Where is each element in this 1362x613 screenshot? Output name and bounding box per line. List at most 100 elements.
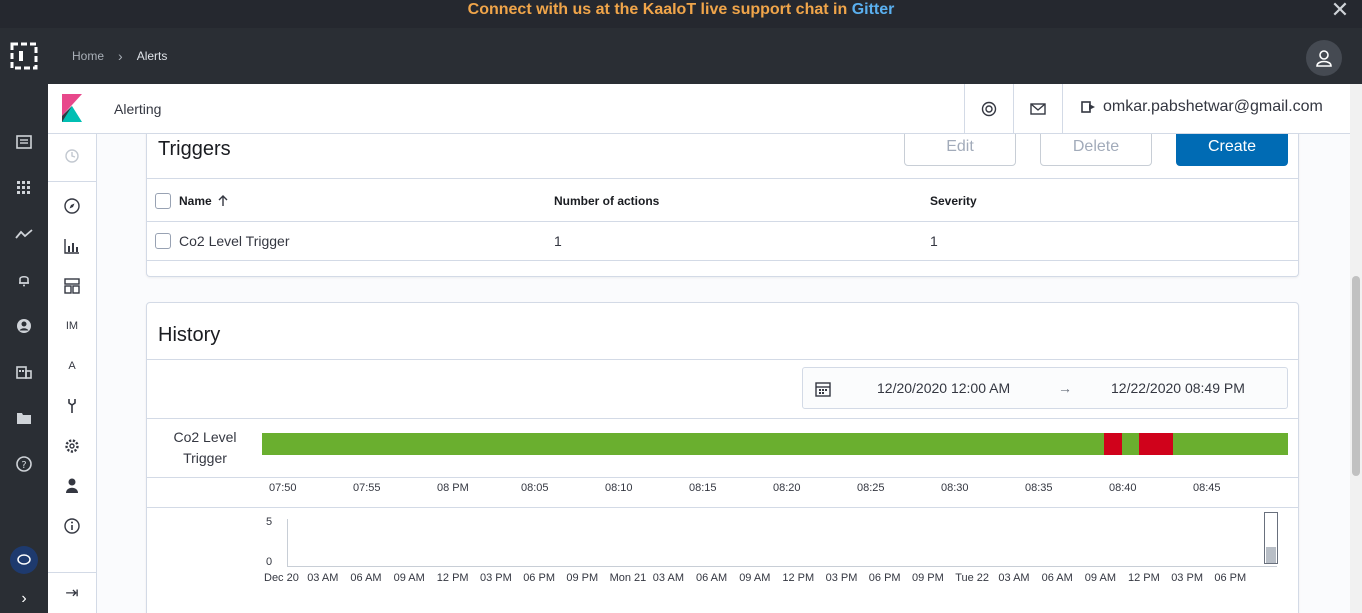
timeline-tick: 07:50 bbox=[269, 482, 297, 494]
overview-x-tick: 12 PM bbox=[436, 572, 469, 584]
live-chat-icon[interactable] bbox=[10, 546, 38, 574]
overview-x-tick: Tue 22 bbox=[955, 572, 990, 584]
overview-x-tick: 03 PM bbox=[480, 572, 512, 584]
main-content: Triggers Edit Delete Create Name Number … bbox=[97, 134, 1350, 613]
divider bbox=[147, 359, 1298, 360]
banner-text: Connect with us at the KaaIoT live suppo… bbox=[467, 1, 895, 18]
y-tick: 0 bbox=[266, 556, 273, 568]
overview-x-tick: 06 PM bbox=[1214, 572, 1247, 584]
kibana-nav: IM A ⇥ bbox=[48, 134, 97, 613]
select-all-checkbox[interactable] bbox=[155, 193, 171, 209]
overview-x-tick: 06 AM bbox=[350, 572, 382, 584]
triggers-panel: Triggers Edit Delete Create Name Number … bbox=[146, 134, 1299, 277]
create-button[interactable]: Create bbox=[1176, 134, 1288, 166]
kibana-logo-icon[interactable] bbox=[62, 94, 82, 122]
column-actions[interactable]: Number of actions bbox=[554, 194, 659, 208]
divider bbox=[147, 418, 1298, 419]
timeline-tick: 08:25 bbox=[857, 482, 885, 494]
row-checkbox[interactable] bbox=[155, 233, 171, 249]
compass-icon[interactable] bbox=[48, 192, 96, 220]
overview-chart: 5 0 Dec 20 03 AM 06 AM 09 AM 12 PM 03 PM 06 PM… bbox=[147, 509, 1298, 613]
date-range-picker[interactable]: 12/20/2020 12:00 AM → 12/22/2020 08:49 P… bbox=[802, 367, 1288, 409]
app-title: Alerting bbox=[114, 101, 162, 117]
column-name[interactable]: Name bbox=[179, 194, 228, 208]
history-panel: History 12/20/2020 12:00 AM → 12/22/2020… bbox=[146, 302, 1299, 613]
mail-icon[interactable] bbox=[1013, 84, 1062, 133]
overview-x-tick: 12 PM bbox=[782, 572, 815, 584]
nav-a[interactable]: A bbox=[48, 352, 96, 380]
overview-x-tick: Dec 20 bbox=[264, 572, 299, 584]
svg-text:?: ? bbox=[21, 460, 26, 471]
support-banner: Connect with us at the KaaIoT live suppo… bbox=[0, 0, 1362, 28]
overview-x-tick: 06 AM bbox=[1041, 572, 1073, 584]
timeline-tick: 08:45 bbox=[1193, 482, 1221, 494]
date-start[interactable]: 12/20/2020 12:00 AM bbox=[877, 380, 1010, 396]
help-icon[interactable]: ? bbox=[0, 450, 48, 478]
breadcrumb: Home › Alerts bbox=[72, 48, 167, 64]
dashboard-nav-icon[interactable] bbox=[48, 272, 96, 300]
kaa-logo-icon[interactable] bbox=[10, 42, 38, 70]
timeline-tick: 08 PM bbox=[437, 482, 469, 494]
nav-divider bbox=[48, 181, 96, 182]
overview-x-tick: Mon 21 bbox=[609, 572, 647, 584]
overview-x-tick: 03 AM bbox=[307, 572, 339, 584]
overview-x-tick: 06 AM bbox=[696, 572, 728, 584]
divider bbox=[147, 477, 1298, 478]
nav-im[interactable]: IM bbox=[48, 312, 96, 340]
timeline-tick: 08:05 bbox=[521, 482, 549, 494]
user-menu[interactable]: omkar.pabshetwar@gmail.com bbox=[1081, 98, 1323, 116]
apps-grid-icon[interactable] bbox=[0, 174, 48, 202]
close-icon[interactable]: ✕ bbox=[1328, 0, 1352, 22]
table-row[interactable]: Co2 Level Trigger 1 1 bbox=[147, 222, 1298, 261]
breadcrumb-home[interactable]: Home bbox=[72, 49, 104, 63]
overview-x-tick: 09 AM bbox=[1084, 572, 1116, 584]
visualize-icon[interactable] bbox=[48, 232, 96, 260]
overview-x-tick: 09 AM bbox=[739, 572, 771, 584]
kibana-header: Alerting omkar.pabshetwar@gmail.com bbox=[48, 84, 1362, 134]
overview-x-tick: 03 PM bbox=[1171, 572, 1203, 584]
account-icon[interactable] bbox=[0, 312, 48, 340]
delete-button[interactable]: Delete bbox=[1040, 134, 1152, 166]
trend-icon[interactable] bbox=[0, 220, 48, 248]
scroll-thumb[interactable] bbox=[1352, 276, 1360, 476]
timeline-tick: 08:20 bbox=[773, 482, 801, 494]
trigger-actions: 1 bbox=[554, 233, 562, 249]
help-menu-icon[interactable] bbox=[964, 84, 1013, 133]
dashboard-icon[interactable] bbox=[0, 128, 48, 156]
expand-sidebar-icon[interactable]: › bbox=[0, 584, 48, 613]
info-icon[interactable] bbox=[48, 512, 96, 540]
date-end[interactable]: 12/22/2020 08:49 PM bbox=[1111, 380, 1245, 396]
clock-icon[interactable] bbox=[48, 142, 96, 170]
x-axis bbox=[287, 566, 1277, 567]
timeline-tick: 08:30 bbox=[941, 482, 969, 494]
user-icon[interactable] bbox=[48, 472, 96, 500]
overview-x-tick: 09 PM bbox=[566, 572, 599, 584]
edit-button[interactable]: Edit bbox=[904, 134, 1016, 166]
alert-segment[interactable] bbox=[1104, 433, 1122, 455]
history-title: History bbox=[158, 324, 221, 346]
overview-x-tick: 03 AM bbox=[652, 572, 684, 584]
page-scrollbar[interactable] bbox=[1350, 84, 1362, 613]
column-severity[interactable]: Severity bbox=[930, 194, 977, 208]
brush-fill bbox=[1266, 547, 1276, 563]
overview-x-tick: 03 AM bbox=[998, 572, 1030, 584]
folder-icon[interactable] bbox=[0, 404, 48, 432]
header-divider bbox=[1062, 84, 1063, 133]
triggers-title: Triggers bbox=[158, 138, 231, 160]
column-name-label: Name bbox=[179, 194, 212, 208]
collapse-nav-icon[interactable]: ⇥ bbox=[48, 572, 96, 613]
bell-icon[interactable] bbox=[0, 266, 48, 294]
logout-icon bbox=[1081, 101, 1095, 113]
brush-handle[interactable] bbox=[1264, 512, 1278, 564]
overview-x-tick: 06 PM bbox=[523, 572, 555, 584]
alert-segment[interactable] bbox=[1139, 433, 1173, 455]
overview-x-tick: 09 PM bbox=[912, 572, 944, 584]
divider bbox=[147, 507, 1298, 508]
gear-icon[interactable] bbox=[48, 432, 96, 460]
user-avatar-icon[interactable] bbox=[1306, 40, 1342, 76]
overview-x-tick: 09 AM bbox=[393, 572, 425, 584]
timeline-tick: 08:15 bbox=[689, 482, 717, 494]
wrench-icon[interactable] bbox=[48, 392, 96, 420]
building-icon[interactable] bbox=[0, 358, 48, 386]
gitter-link[interactable]: Gitter bbox=[852, 1, 895, 18]
